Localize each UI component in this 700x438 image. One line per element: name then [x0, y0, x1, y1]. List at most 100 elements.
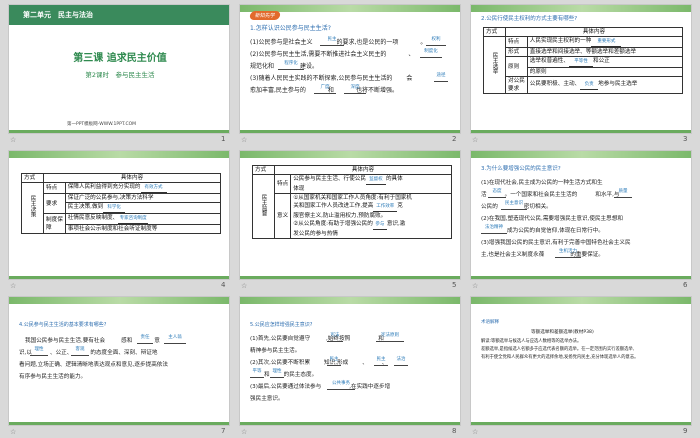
- table-cell: 的原则: [526, 67, 684, 77]
- table-header: 具体内容: [505, 27, 683, 37]
- section-caption: 术语解释: [481, 320, 499, 325]
- slide-thumbnail-4[interactable]: 方式 具体内容 民主决策 特点 保障人民利益得到充分实现的 有效方式 要求 保证广泛的…: [8, 150, 230, 280]
- decor-band: [240, 276, 460, 279]
- answer-fill: 公共事务: [332, 381, 350, 386]
- blank-line: [394, 365, 408, 366]
- unit-title: 第二单元 民主与法治: [23, 11, 93, 19]
- table-cell: 要求: [43, 193, 66, 214]
- table-cell: 人民实现民主权利的一种 重要形式: [526, 36, 684, 48]
- table-header: 方式: [252, 165, 275, 175]
- answer-fill: 生机活力: [559, 249, 577, 254]
- blank-line: [164, 343, 186, 344]
- question-heading: 4.公民参与民主生活的基本要求有哪些?: [19, 322, 107, 328]
- table-cell: 民主决策,做到 科学化: [64, 202, 222, 214]
- blank-line: [278, 69, 304, 70]
- slide-sorter-view: 第二单元 民主与法治 第三课 追求民主价值 第2课时 参与民主生活 第一PPT模…: [0, 0, 700, 438]
- table-cell: 公民参与民主生活、行使公民 监督权 的具体 体现: [290, 174, 452, 194]
- slide-number-6: 6: [683, 281, 688, 289]
- slide-thumbnail-5[interactable]: 方式 具体内容 民主监督 特点 公民参与民主生活、行使公民 监督权 的具体 体现 意义 …: [239, 150, 461, 280]
- group-cell: 民主选举: [483, 36, 506, 94]
- decor-band: [240, 130, 460, 133]
- answer-fill: 理性: [34, 347, 44, 352]
- term-title: 等额选举和差额选举(教材P38): [531, 330, 594, 335]
- answer-fill: 质量: [618, 189, 628, 194]
- answer-fill: 理性: [272, 369, 282, 374]
- slide-thumbnail-9[interactable]: 术语解释 等额选举和差额选举(教材P38) 解读:等额选举与候选人与应选人数相等…: [470, 296, 692, 426]
- answer-fill: 主人翁: [168, 335, 182, 340]
- decor-band: [240, 151, 460, 158]
- blank-line: [327, 365, 341, 366]
- question-heading: 1.怎样认识公民参与民主生活?: [250, 25, 331, 32]
- decor-band: [471, 276, 691, 279]
- slide-number-4: 4: [221, 281, 226, 289]
- answer-fill: 宪法原则: [381, 333, 399, 338]
- text-line: (1)在现代社会,民主成为公民的一种生活方式和生: [481, 180, 603, 186]
- answer-fill: 深度: [350, 85, 360, 90]
- text-line: 强民主意识。: [250, 396, 284, 402]
- blank-line: [555, 257, 581, 258]
- text-line: (3)增强我国公民的民主意识,有利于完善中国特色社会主义民: [481, 240, 631, 246]
- table-cell: 意义: [273, 193, 292, 239]
- text-line: (2)在我国,塑造现代公民,需要增强民主意识,使民主思想和: [481, 216, 623, 222]
- slide-indicator-icon: ☆: [10, 282, 17, 290]
- decor-band: [240, 422, 460, 425]
- table-cell: 原则: [505, 56, 528, 77]
- text-line: (3)随着人民民主实践的不断探索,公民参与民主生活的会: [250, 75, 413, 82]
- slide-thumbnail-1[interactable]: 第二单元 民主与法治 第三课 追求民主价值 第2课时 参与民主生活 第一PPT模…: [8, 4, 230, 134]
- group-cell: 民主监督: [252, 174, 275, 239]
- slide-thumbnail-2[interactable]: 新知先学 1.怎样认识公民参与民主生活? (1)公民参与是社会主义 的要求,也是公…: [239, 4, 461, 134]
- answer-fill: 民主意识: [505, 201, 523, 206]
- table-header: 方式: [21, 173, 44, 183]
- slide-thumbnail-8[interactable]: 5.公民应怎样增强民主意识? (1)首先,公民要自觉遵守 ,始终按照和 宪法 宪法…: [239, 296, 461, 426]
- blank-line: [374, 365, 388, 366]
- blank-line: [327, 341, 343, 342]
- blank-line: [320, 45, 344, 46]
- slide-indicator-icon: ☆: [472, 282, 479, 290]
- table-cell: 制度保障: [43, 213, 66, 234]
- answer-fill: 民主: [329, 357, 339, 362]
- blank-line: [434, 81, 448, 82]
- decor-band: [240, 297, 460, 304]
- table-cell: 形式: [505, 47, 528, 57]
- blank-line: [420, 57, 442, 58]
- table-cell: 特点: [43, 182, 66, 194]
- table-cell: 公民要积极、主动、 负责 地参与民主选举: [526, 76, 684, 94]
- text-line: (2)公民参与民主生活,需要不断推进社会主义民主的、: [250, 51, 415, 58]
- table-cell: 对公民 要求: [505, 76, 528, 94]
- content-table: 方式 具体内容 民主选举 特点 人民实现民主权利的一种 重要形式 形式 直接选举和间接…: [483, 27, 684, 94]
- table-cell: 特点: [505, 36, 528, 48]
- blank-line: [30, 355, 48, 356]
- table-cell: ①从国家机关和国家工作人员角度:有利于国家机 关和国家工作人员改进工作,提高 工作效…: [290, 193, 452, 239]
- decor-band: [9, 422, 229, 425]
- question-heading: 3.为什么要增强公民的民主意识?: [481, 166, 561, 172]
- slide-number-7: 7: [221, 427, 226, 435]
- slide-thumbnail-7[interactable]: 4.公民参与民主生活的基本要求有哪些? 我国公民参与民主生活,要有社会 感和意 责…: [8, 296, 230, 426]
- answer-fill: 途径: [436, 73, 446, 78]
- slide-indicator-icon: ☆: [241, 136, 248, 144]
- table-cell: 事项社会公示制度和社会听证制度等: [64, 224, 222, 234]
- decor-band: [471, 422, 691, 425]
- slide-thumbnail-6[interactable]: 3.为什么要增强公民的民主意识? (1)在现代社会,民主成为公民的一种生活方式和…: [470, 150, 692, 280]
- question-heading: 5.公民应怎样增强民主意识?: [250, 322, 313, 328]
- slide-number-9: 9: [683, 427, 688, 435]
- text-line: (3)最后,公民要通过体法参与 ,在实践中逐步增: [250, 384, 391, 390]
- answer-fill: 宪法: [330, 333, 340, 338]
- slide-number-8: 8: [452, 427, 457, 435]
- text-line: 精神参与民主生活。: [250, 348, 301, 354]
- decor-band: [9, 276, 229, 279]
- answer-fill: 广度: [320, 85, 330, 90]
- slide-number-2: 2: [452, 135, 457, 143]
- lesson-subtitle: 第2课时 参与民主生活: [85, 71, 155, 79]
- decor-band: [471, 297, 691, 304]
- decor-band: [471, 151, 691, 158]
- answer-fill: 民主: [327, 37, 337, 42]
- decor-band: [471, 5, 691, 12]
- answer-fill: 权利: [431, 37, 441, 42]
- lesson-title: 第三课 追求民主价值: [73, 53, 167, 64]
- text-line: (2)其次,公民要不断积累 知识,形成、、: [250, 360, 388, 366]
- table-cell: 特点: [273, 174, 292, 194]
- blank-line: [327, 389, 355, 390]
- slide-thumbnail-3[interactable]: 2.公民行使民主权利的方式主要有哪些? 方式 具体内容 民主选举 特点 人民实现民…: [470, 4, 692, 134]
- text-line: 看问题,立场正确、逻辑清晰地表达观点和意见,逐步提高依法: [19, 362, 168, 368]
- group-cell: 民主决策: [21, 182, 44, 234]
